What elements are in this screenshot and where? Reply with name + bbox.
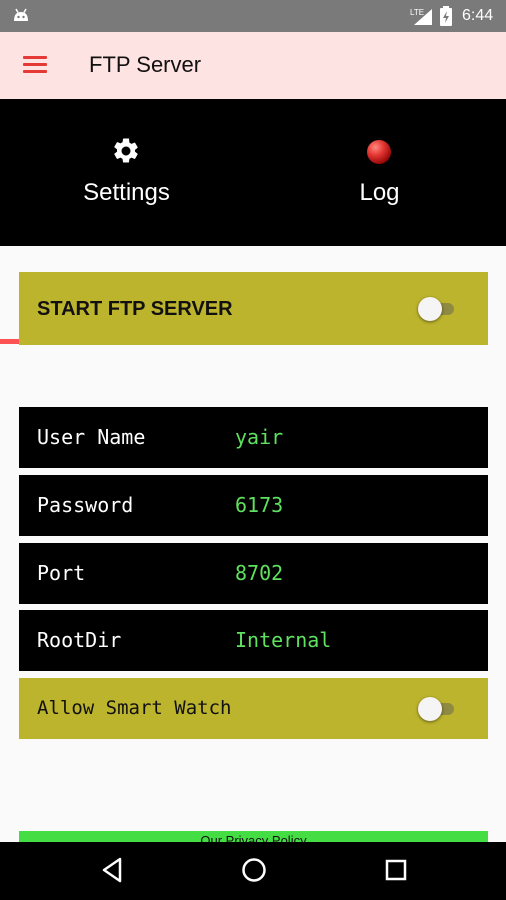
android-icon [14,8,28,21]
hamburger-menu-icon[interactable] [23,56,47,74]
tab-bar: Settings Log [0,99,506,344]
tab-settings[interactable]: Settings [0,99,253,246]
status-bar: LTE 6:44 [0,0,506,32]
rootdir-label: RootDir [37,628,122,652]
port-row[interactable]: Port 8702 [19,543,488,604]
user-name-value[interactable]: yair [235,425,283,449]
rootdir-row[interactable]: RootDir Internal [19,610,488,671]
start-ftp-server-label: START FTP SERVER [37,298,233,320]
tab-log[interactable]: Log [253,99,506,246]
privacy-policy-label: Our Privacy Policy [200,833,307,842]
rootdir-value[interactable]: Internal [235,628,331,652]
port-value[interactable]: 8702 [235,561,283,585]
app-title: FTP Server [89,52,202,77]
password-value[interactable]: 6173 [235,493,283,517]
privacy-policy-button[interactable]: Our Privacy Policy [19,831,488,842]
app-bar: FTP Server [0,32,506,99]
user-name-label: User Name [37,425,146,449]
password-label: Password [37,493,134,517]
status-time: 6:44 [462,7,494,24]
allow-smart-watch-label: Allow Smart Watch [37,697,232,719]
port-label: Port [37,561,86,585]
battery-icon [440,6,452,26]
system-nav-bar [0,842,506,900]
home-icon[interactable] [240,856,268,884]
svg-text:LTE: LTE [410,8,424,17]
recents-icon[interactable] [384,856,408,884]
start-ftp-server-toggle[interactable] [418,297,456,321]
allow-smart-watch-toggle[interactable] [418,697,456,721]
allow-smart-watch-row[interactable]: Allow Smart Watch [19,678,488,739]
signal-icon: LTE [410,8,432,25]
gear-icon [114,138,138,163]
password-row[interactable]: Password 6173 [19,475,488,536]
tab-settings-label: Settings [83,179,170,206]
back-icon[interactable] [100,856,124,884]
start-ftp-server-row[interactable]: START FTP SERVER [19,272,488,345]
tab-log-label: Log [359,179,400,206]
user-name-row[interactable]: User Name yair [19,407,488,468]
red-status-led-icon [367,140,391,164]
